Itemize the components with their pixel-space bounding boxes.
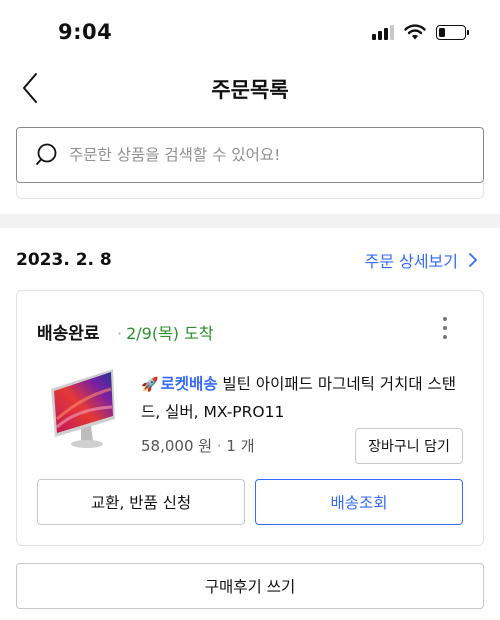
chevron-right-icon: [469, 253, 477, 267]
wifi-icon: [404, 24, 426, 40]
product-quantity: 1 개: [226, 437, 255, 455]
product-image[interactable]: [47, 369, 127, 451]
status-time: 9:04: [58, 20, 113, 44]
order-detail-link[interactable]: 주문 상세보기: [365, 248, 478, 272]
product-description[interactable]: 🚀 로켓배송 빌틴 아이패드 마그네틱 거치대 스탠드, 실버, MX-PRO11: [141, 371, 471, 426]
price-separator: ·: [216, 437, 227, 455]
add-to-cart-button[interactable]: 장바구니 담기: [355, 428, 463, 464]
arrival-date: 2/9(목) 도착: [126, 324, 214, 343]
search-icon: [36, 143, 57, 165]
battery-level: [439, 27, 445, 37]
search-input[interactable]: [69, 146, 483, 164]
rocket-icon: 🚀: [141, 377, 159, 393]
rocket-delivery-badge: 로켓배송: [160, 375, 218, 393]
shipping-status: 배송완료: [37, 324, 100, 344]
search-box[interactable]: [16, 127, 484, 183]
previous-order-card-edge: [16, 183, 484, 199]
track-delivery-button[interactable]: 배송조회: [255, 479, 463, 525]
order-date: 2023. 2. 8: [16, 250, 112, 270]
order-detail-label: 주문 상세보기: [364, 252, 458, 271]
write-review-button[interactable]: 구매후기 쓰기: [16, 563, 484, 609]
nav-header: 주문목록: [0, 62, 500, 114]
arrival-info: · 2/9(목) 도착: [117, 320, 214, 344]
more-options-icon[interactable]: [443, 317, 449, 339]
arrival-separator-dot: ·: [117, 324, 123, 343]
status-bar: 9:04: [0, 0, 500, 60]
order-card: 배송완료 · 2/9(목) 도착 🚀 로켓배송 빌틴 아이패드 마그네틱 거치대 스…: [16, 290, 484, 546]
product-price: 58,000 원: [141, 437, 213, 455]
price-quantity: 58,000 원 · 1 개: [141, 435, 255, 456]
status-icons: [372, 24, 469, 40]
cellular-signal-icon: [372, 24, 394, 40]
battery-icon: [436, 24, 469, 40]
exchange-return-button[interactable]: 교환, 반품 신청: [37, 479, 245, 525]
section-divider: [0, 214, 500, 228]
page-title: 주문목록: [211, 78, 289, 102]
